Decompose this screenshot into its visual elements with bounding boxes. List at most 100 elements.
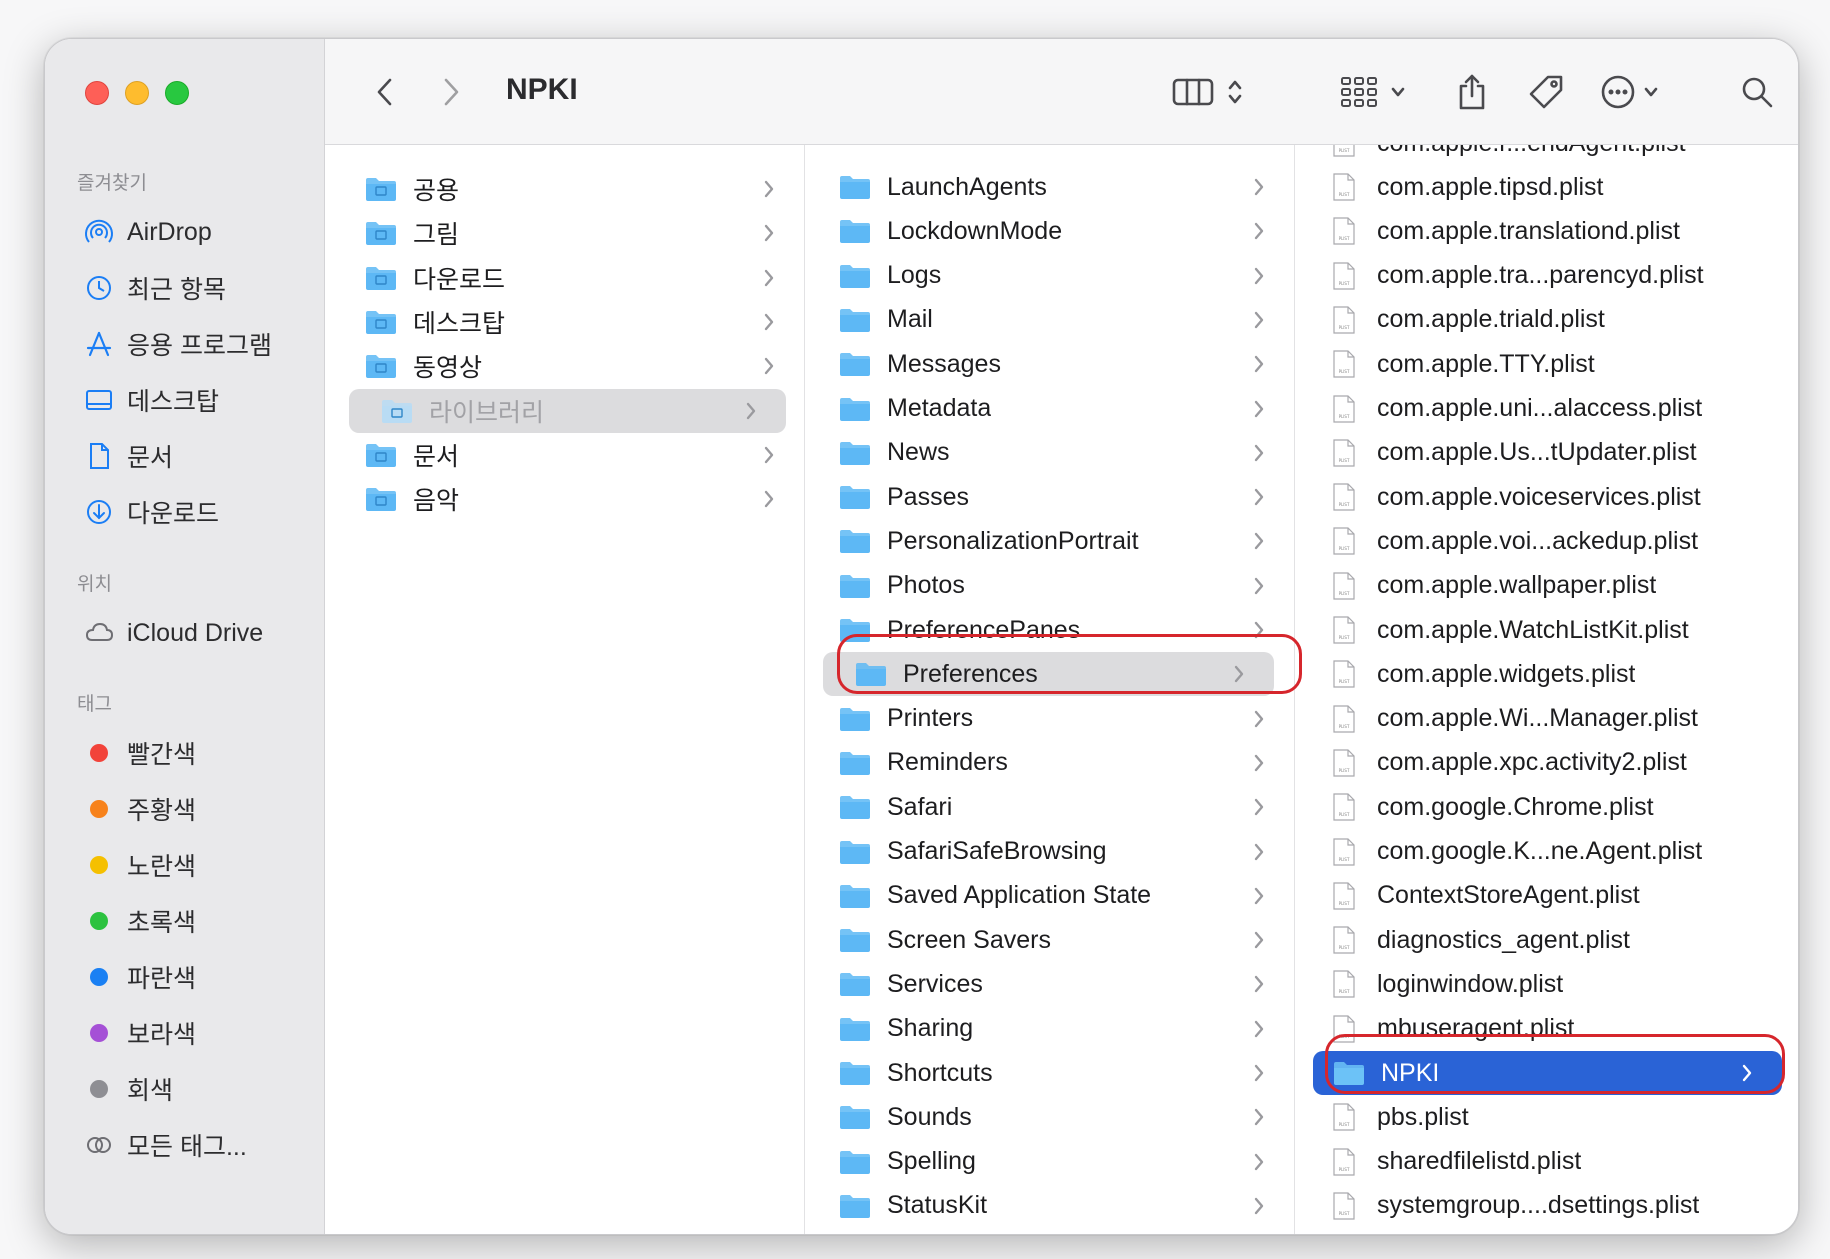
column2-row[interactable]: Passes [807,475,1294,519]
column3-file-row[interactable]: PLIST systemgroup....dsettings.plist [1297,1184,1798,1228]
column2-row[interactable]: StatusKit [807,1184,1294,1228]
column3-file-row[interactable]: PLIST com.apple.WatchListKit.plist [1297,608,1798,652]
column1-row[interactable]: 동영상 [333,344,804,388]
column3-row-partial[interactable]: PLIST com.apple.r...endAgent.plist [1297,145,1798,165]
column2-row[interactable]: Preferences [823,652,1274,697]
sidebar-item-location-0[interactable]: iCloud Drive [45,605,325,661]
movies-folder-icon [365,353,397,379]
row-label: Messages [887,349,1001,378]
column2-row[interactable]: Mail [807,298,1294,342]
sidebar-item-favorite-0[interactable]: AirDrop [45,204,325,260]
action-menu-button[interactable] [1595,69,1665,115]
column-1[interactable]: 공용 그림 다운로드데스크탑동영상 라이브러리 문서 음악 [333,145,805,1234]
column2-row-partial[interactable] [807,145,1294,151]
column3-file-row[interactable]: PLIST com.apple.voiceservices.plist [1297,475,1798,519]
column3-file-row[interactable]: PLIST com.apple.voi...ackedup.plist [1297,519,1798,563]
column1-row[interactable]: 문서 [333,433,804,477]
column2-row[interactable]: Shortcuts [807,1051,1294,1095]
column2-row[interactable]: Services [807,962,1294,1006]
column1-row[interactable]: 공용 [333,167,804,211]
sidebar-item-tag-4[interactable]: 파란색 [45,949,325,1005]
search-button[interactable] [1732,69,1782,115]
column1-row[interactable]: 다운로드 [333,256,804,300]
sidebar-item-label: iCloud Drive [127,618,264,647]
grid-icon [1341,77,1377,107]
column3-file-row[interactable]: PLIST com.apple.translationd.plist [1297,209,1798,253]
tag-color-dot-icon [90,968,108,986]
column2-row[interactable]: Spelling [807,1140,1294,1184]
column3-file-row[interactable]: PLIST sharedfilelistd.plist [1297,1140,1798,1184]
column3-file-row[interactable]: PLIST com.apple.widgets.plist [1297,652,1798,696]
row-label: 데스크탑 [413,309,506,338]
view-mode-button[interactable] [1163,69,1253,115]
column1-row[interactable]: 라이브러리 [349,388,786,433]
column1-row[interactable]: 음악 [333,477,804,521]
plist-file-icon: PLIST [1333,837,1355,866]
column3-file-row[interactable]: PLIST com.apple.Us...tUpdater.plist [1297,431,1798,475]
tag-color-dot-icon [90,744,108,762]
sidebar-item-favorite-3[interactable]: 데스크탑 [45,372,325,428]
column3-file-row[interactable]: PLIST com.google.K...ne.Agent.plist [1297,830,1798,874]
column3-file-row[interactable]: PLIST pbs.plist [1297,1095,1798,1139]
sidebar-item-tag-0[interactable]: 빨간색 [45,725,325,781]
sidebar-item-tag-6[interactable]: 회색 [45,1061,325,1117]
column1-row[interactable]: 데스크탑 [333,300,804,344]
sidebar-item-favorite-2[interactable]: 응용 프로그램 [45,316,325,372]
zoom-button[interactable] [165,81,189,105]
column2-row[interactable]: Sharing [807,1007,1294,1051]
column3-file-row[interactable]: PLIST loginwindow.plist [1297,962,1798,1006]
sidebar-item-favorite-1[interactable]: 최근 항목 [45,260,325,316]
column3-file-row[interactable]: PLIST diagnostics_agent.plist [1297,918,1798,962]
column2-row[interactable]: Messages [807,342,1294,386]
group-button[interactable] [1333,69,1413,115]
sidebar-item-tag-1[interactable]: 주황색 [45,781,325,837]
column1-row[interactable]: 그림 [333,211,804,255]
back-button[interactable] [365,69,405,115]
sidebar-item-favorite-5[interactable]: 다운로드 [45,484,325,540]
close-button[interactable] [85,81,109,105]
sidebar-item-favorite-4[interactable]: 문서 [45,428,325,484]
sidebar-item-tag-2[interactable]: 노란색 [45,837,325,893]
column3-file-row[interactable]: PLIST com.apple.tipsd.plist [1297,165,1798,209]
minimize-button[interactable] [125,81,149,105]
column3-file-row[interactable]: PLIST com.apple.Wi...Manager.plist [1297,697,1798,741]
forward-button[interactable] [431,69,471,115]
column2-row[interactable]: PreferencePanes [807,608,1294,652]
column3-file-row[interactable]: PLIST com.apple.tra...parencyd.plist [1297,254,1798,298]
column2-row[interactable]: Sounds [807,1095,1294,1139]
column3-file-row[interactable]: PLIST mbuseragent.plist [1297,1007,1798,1051]
column2-row[interactable]: Stickers [807,1228,1294,1234]
column2-row[interactable]: LaunchAgents [807,165,1294,209]
column2-row[interactable]: Photos [807,564,1294,608]
column3-file-row[interactable]: PLIST com.apple.uni...alaccess.plist [1297,387,1798,431]
sidebar-item-all-tags[interactable]: 모든 태그... [45,1117,325,1173]
column2-row[interactable]: LockdownMode [807,209,1294,253]
row-label: com.apple.triald.plist [1377,305,1605,334]
column2-row[interactable]: Saved Application State [807,874,1294,918]
column3-file-row[interactable]: PLIST com.apple.TTY.plist [1297,342,1798,386]
column2-row[interactable]: Metadata [807,387,1294,431]
column-3[interactable]: PLIST com.apple.r...endAgent.plist PLIST co… [1297,145,1798,1234]
sidebar-item-tag-5[interactable]: 보라색 [45,1005,325,1061]
column2-row[interactable]: PersonalizationPortrait [807,519,1294,563]
tag-button[interactable] [1521,69,1571,115]
column3-folder-row[interactable]: NPKI [1313,1051,1782,1095]
column3-file-row[interactable]: PLIST com.google.Chrome.plist [1297,785,1798,829]
column2-row[interactable]: Safari [807,785,1294,829]
column3-file-row[interactable]: PLIST com.apple.xpc.activity2.plist [1297,741,1798,785]
column-2[interactable]: LaunchAgents LockdownMode Logs Mail Messages… [807,145,1295,1234]
sidebar-item-tag-3[interactable]: 초록색 [45,893,325,949]
column2-row[interactable]: News [807,431,1294,475]
share-button[interactable] [1447,69,1497,115]
row-label: Services [887,969,983,998]
column2-row[interactable]: Reminders [807,741,1294,785]
column3-file-row[interactable]: PLIST com.apple.wallpaper.plist [1297,564,1798,608]
row-label: com.apple.TTY.plist [1377,349,1595,378]
column2-row[interactable]: SafariSafeBrowsing [807,830,1294,874]
column3-file-row[interactable]: PLIST com.apple.triald.plist [1297,298,1798,342]
column2-row[interactable]: Logs [807,254,1294,298]
column2-row[interactable]: Printers [807,697,1294,741]
column2-row[interactable]: Screen Savers [807,918,1294,962]
row-label: com.google.K...ne.Agent.plist [1377,837,1703,865]
column3-file-row[interactable]: PLIST ContextStoreAgent.plist [1297,874,1798,918]
